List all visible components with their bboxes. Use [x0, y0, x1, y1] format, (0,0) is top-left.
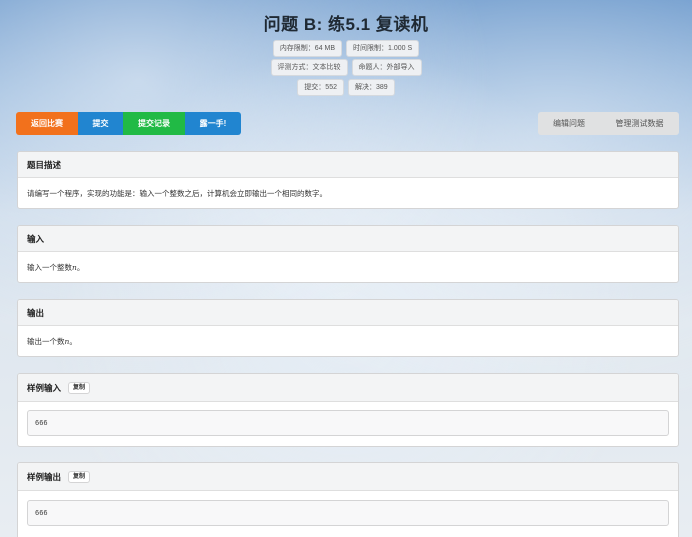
sample-output-heading: 样例输出: [27, 471, 62, 482]
output-card: 输出 输出一个数 n 。: [17, 299, 679, 357]
sample-input-card: 样例输入 复制 666: [17, 373, 679, 447]
input-text-before: 输入一个整数: [27, 262, 72, 272]
manage-test-data-button[interactable]: 管理测试数据: [600, 112, 679, 135]
sample-input-heading: 样例输入: [27, 382, 62, 393]
author-badge: 命题人：外部导入: [351, 59, 422, 76]
input-card: 输入 输入一个整数 n 。: [17, 225, 679, 283]
copy-sample-input-button[interactable]: 复制: [68, 381, 91, 394]
sample-output-wrap: 666: [18, 491, 678, 526]
problem-page: 问题 B: 练5.1 复读机 内存限制：64 MB 时间限制：1.000 S 评…: [0, 0, 692, 537]
show-off-button[interactable]: 露一手!: [185, 112, 241, 135]
solved-count-badge: 解决：389: [348, 79, 395, 96]
meta-row-judge: 评测方式：文本比较 命题人：外部导入: [0, 59, 692, 76]
submit-button[interactable]: 提交: [78, 112, 123, 135]
copy-sample-output-button[interactable]: 复制: [68, 470, 91, 483]
output-text: 输出一个数 n 。: [18, 326, 678, 356]
output-text-after: 。: [69, 336, 77, 346]
edit-problem-button[interactable]: 编辑问题: [538, 112, 600, 135]
input-text-after: 。: [76, 262, 85, 272]
meta-row-stats: 提交：552 解决：389: [0, 79, 692, 96]
back-to-contest-button[interactable]: 返回比赛: [16, 112, 78, 135]
sample-input-header: 样例输入 复制: [18, 374, 678, 402]
description-card: 题目描述 请编写一个程序，实现的功能是：输入一个整数之后，计算机会立即输出一个相…: [17, 151, 679, 209]
problem-title: 问题 B: 练5.1 复读机: [263, 15, 429, 34]
sample-input-value[interactable]: 666: [27, 410, 669, 436]
description-heading: 题目描述: [18, 152, 678, 178]
input-text: 输入一个整数 n 。: [18, 252, 678, 282]
sample-output-header: 样例输出 复制: [18, 463, 678, 491]
time-limit-badge: 时间限制：1.000 S: [346, 40, 420, 57]
sample-output-value[interactable]: 666: [27, 500, 669, 526]
sample-output-card: 样例输出 复制 666: [17, 462, 679, 537]
output-text-before: 输出一个数: [27, 336, 65, 346]
action-button-group: 返回比赛 提交 提交记录 露一手!: [16, 112, 241, 135]
judge-method-badge: 评测方式：文本比较: [270, 59, 348, 76]
description-text: 请编写一个程序，实现的功能是：输入一个整数之后，计算机会立即输出一个相同的数字。: [27, 188, 327, 198]
memory-limit-badge: 内存限制：64 MB: [272, 40, 343, 57]
admin-button-group: 编辑问题 管理测试数据: [538, 112, 679, 135]
submit-count-badge: 提交：552: [297, 79, 344, 96]
input-heading: 输入: [18, 226, 678, 252]
submit-records-button[interactable]: 提交记录: [123, 112, 185, 135]
meta-row-limits: 内存限制：64 MB 时间限制：1.000 S: [0, 40, 692, 57]
output-heading: 输出: [18, 300, 678, 326]
sample-input-wrap: 666: [18, 402, 678, 436]
